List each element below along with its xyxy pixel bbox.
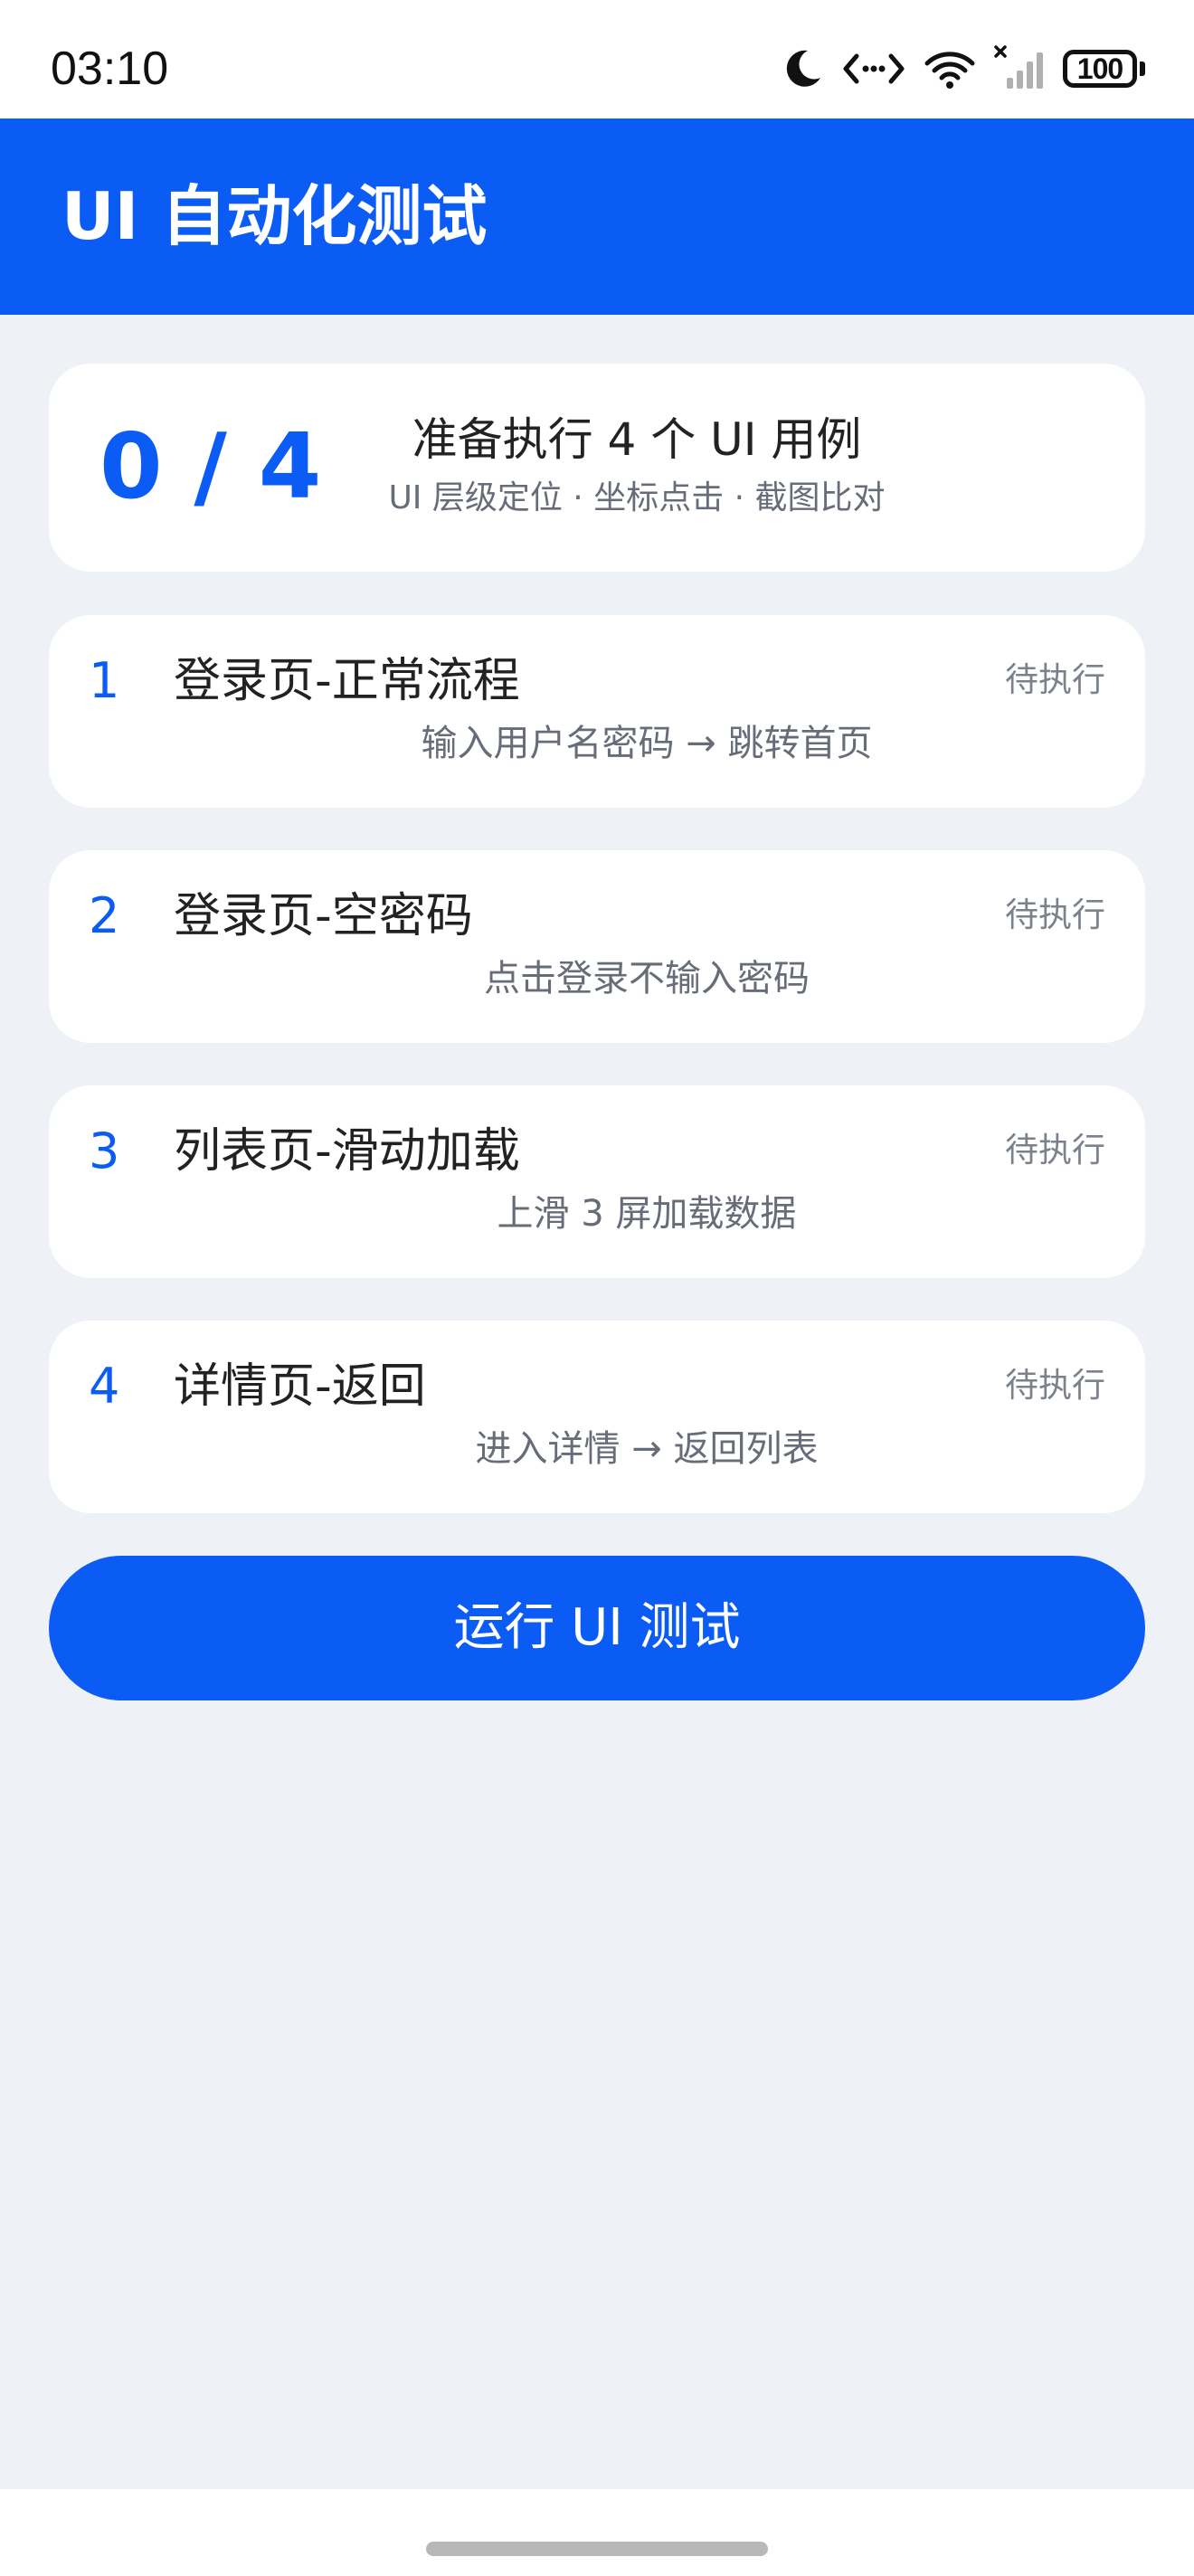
test-case-card[interactable]: 1 登录页-正常流程 待执行 输入用户名密码 → 跳转首页	[49, 615, 1145, 808]
navigation-bar	[0, 2489, 1194, 2576]
case-description: 输入用户名密码 → 跳转首页	[421, 723, 873, 764]
signal-icon	[994, 45, 1045, 92]
case-description: 点击登录不输入密码	[484, 958, 810, 999]
battery-level: 100	[1063, 50, 1137, 88]
progress-count: 0 / 4	[100, 413, 322, 519]
case-title: 详情页-返回	[174, 1359, 426, 1414]
case-index: 4	[89, 1358, 120, 1415]
summary-subtitle: UI 层级定位 · 坐标点击 · 截图比对	[388, 479, 886, 516]
wifi-icon	[924, 47, 976, 90]
home-indicator[interactable]	[426, 2542, 768, 2556]
app-bar: UI 自动化测试	[0, 118, 1194, 315]
case-status: 待执行	[1005, 1131, 1105, 1170]
test-case-card[interactable]: 2 登录页-空密码 待执行 点击登录不输入密码	[49, 850, 1145, 1043]
case-status: 待执行	[1005, 1366, 1105, 1405]
status-icons: 100	[781, 36, 1145, 101]
case-title: 登录页-正常流程	[174, 654, 520, 708]
case-index: 2	[89, 887, 120, 944]
test-case-card[interactable]: 4 详情页-返回 待执行 进入详情 → 返回列表	[49, 1321, 1145, 1513]
test-case-card[interactable]: 3 列表页-滑动加载 待执行 上滑 3 屏加载数据	[49, 1085, 1145, 1278]
moon-icon	[781, 47, 824, 90]
summary-title: 准备执行 4 个 UI 用例	[412, 413, 862, 466]
case-description: 上滑 3 屏加载数据	[497, 1193, 797, 1235]
case-index: 1	[89, 652, 120, 709]
run-button-label: 运行 UI 测试	[453, 1598, 741, 1657]
case-title: 登录页-空密码	[174, 889, 473, 943]
case-title: 列表页-滑动加载	[174, 1124, 520, 1179]
status-time: 03:10	[51, 43, 169, 95]
case-description: 进入详情 → 返回列表	[475, 1428, 819, 1470]
case-status: 待执行	[1005, 660, 1105, 699]
code-icon	[842, 47, 905, 90]
summary-card: 0 / 4 准备执行 4 个 UI 用例 UI 层级定位 · 坐标点击 · 截图…	[49, 364, 1145, 572]
page-title: UI 自动化测试	[62, 178, 488, 254]
case-status: 待执行	[1005, 895, 1105, 934]
case-index: 3	[89, 1122, 120, 1179]
run-ui-test-button[interactable]: 运行 UI 测试	[49, 1556, 1145, 1700]
battery-cap	[1140, 62, 1145, 76]
status-bar: 03:10 100	[0, 0, 1194, 118]
battery-icon: 100	[1063, 50, 1145, 88]
